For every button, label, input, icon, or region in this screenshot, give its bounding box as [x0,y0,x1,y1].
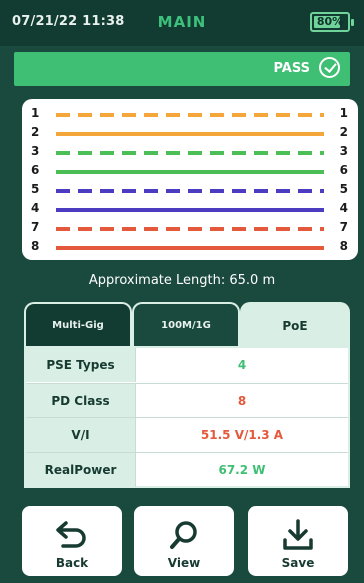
wire-line [56,151,324,155]
battery-label: 80% [316,15,344,28]
pin-left-label: 2 [31,125,40,139]
table-row-value: 67.2 W [218,462,266,477]
check-circle-icon [319,57,340,78]
battery-tip [351,19,354,26]
pin-right-label: 3 [339,144,348,158]
back-button-label: Back [55,556,89,570]
table-row-value: 51.5 V/1.3 A [200,428,284,442]
pin-left-label: 8 [31,239,40,253]
result-label: PASS [273,61,310,76]
table-row-label: PSE Types [26,348,136,382]
poe-table: PSE Types 4 PD Class 8 V/I 51.5 V/1.3 A RealPo… [24,346,350,488]
wire-line [56,189,324,193]
view-button-label: View [167,556,201,570]
wiremap-row: 66 [22,162,358,182]
table-row-label: V/I [26,418,136,452]
search-icon [170,521,197,549]
download-icon [283,519,313,550]
wiremap-row: 55 [22,181,358,201]
table-row: V/I 51.5 V/1.3 A [26,417,348,452]
table-row: PD Class 8 [26,382,348,418]
battery-indicator: 80% [310,12,354,32]
wire-line [56,246,324,250]
tab-100m-1g[interactable]: 100M/1G [132,302,240,348]
view-button[interactable]: View [134,506,234,576]
pin-left-label: 4 [31,201,40,215]
table-row: RealPower 67.2 W [26,451,348,487]
tab-multi-gig[interactable]: Multi-Gig [24,302,132,348]
tab-poe[interactable]: PoE [240,302,350,348]
pin-left-label: 6 [31,163,40,177]
back-button[interactable]: Back [22,506,122,576]
tab-bar: Multi-Gig 100M/1G PoE [24,302,350,348]
pin-left-label: 3 [31,144,40,158]
wire-line [56,170,324,174]
back-arrow-icon [56,521,86,548]
pin-left-label: 1 [31,106,40,120]
pin-left-label: 5 [31,182,40,196]
wiremap-row: 33 [22,143,358,163]
wiremap-row: 22 [22,124,358,144]
wiremap-row: 77 [22,219,358,239]
pin-right-label: 6 [339,163,348,177]
wire-line [56,132,324,136]
pin-right-label: 8 [339,239,348,253]
pin-right-label: 7 [339,220,348,234]
pin-right-label: 4 [339,201,348,215]
wiremap-row: 11 [22,105,358,125]
status-bar: 07/21/22 11:38 MAIN 80% [0,0,364,46]
wire-line [56,227,324,231]
table-row-label: PD Class [26,383,136,418]
pin-right-label: 5 [339,182,348,196]
pin-right-label: 1 [339,106,348,120]
save-button-label: Save [281,556,315,570]
pin-right-label: 2 [339,125,348,139]
table-row-value: 4 [237,358,247,372]
wiremap-panel: 1122336655447788 [22,99,358,260]
wire-line [56,208,324,212]
table-row-value: 8 [237,393,247,408]
save-button[interactable]: Save [248,506,348,576]
pin-left-label: 7 [31,220,40,234]
table-row: PSE Types 4 [26,348,348,382]
result-banner: PASS [14,52,350,86]
approx-length-text: Approximate Length: 65.0 m [88,273,276,288]
wiremap-row: 88 [22,238,358,258]
wire-line [56,113,324,117]
wiremap-row: 44 [22,200,358,220]
table-row-label: RealPower [26,452,136,487]
